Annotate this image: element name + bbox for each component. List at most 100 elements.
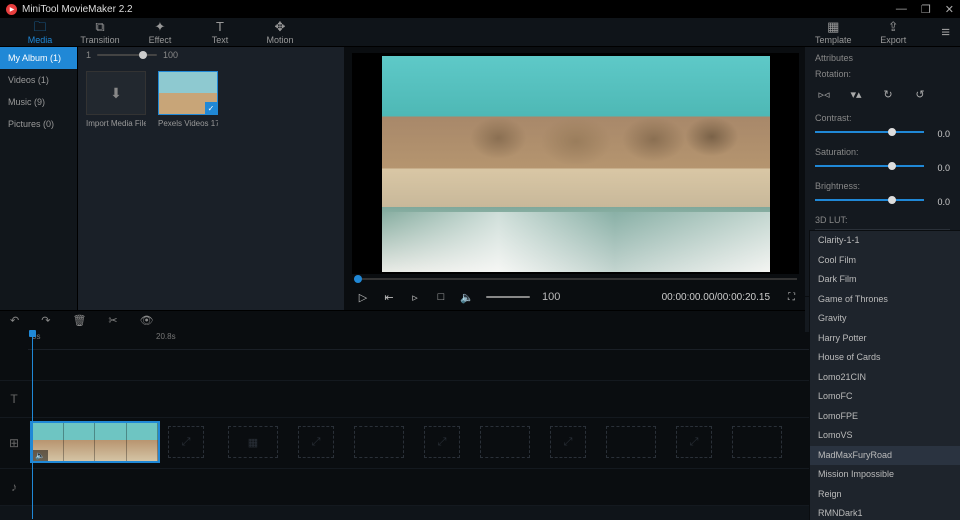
rotate-cw-button[interactable]: ↻ (879, 87, 897, 101)
seek-bar[interactable] (354, 278, 797, 280)
app-logo-icon (6, 4, 17, 15)
attributes-title: Attributes (815, 53, 950, 63)
contrast-slider[interactable] (815, 131, 924, 133)
sidebar-item-album[interactable]: My Album (1) (0, 47, 77, 69)
lut-option[interactable]: Cool Film (810, 251, 960, 271)
video-track-icon: ⊞ (0, 418, 28, 468)
volume-icon[interactable]: 🔈 (460, 291, 474, 304)
text-icon: T (216, 20, 224, 33)
lut-option[interactable]: House of Cards (810, 348, 960, 368)
saturation-value: 0.0 (930, 163, 950, 173)
rotate-ccw-button[interactable]: ↺ (911, 87, 929, 101)
lut-option[interactable]: Gravity (810, 309, 960, 329)
empty-slot[interactable]: ⤢ (168, 426, 204, 458)
brightness-value: 0.0 (930, 197, 950, 207)
tab-motion[interactable]: ✥ Motion (250, 20, 310, 45)
player-controls: ▷ ⇤ ▹ □ 🔈 100 00:00:00.00/00:00:20.15 ⛶ (352, 284, 799, 310)
thumb-zoom-max: 100 (163, 50, 178, 60)
minimize-button[interactable]: — (896, 3, 907, 16)
video-viewport[interactable] (352, 53, 799, 274)
lut-dropdown[interactable]: Clarity-1-1Cool FilmDark FilmGame of Thr… (809, 230, 960, 520)
tab-effect[interactable]: ✦ Effect (130, 20, 190, 45)
lut-option[interactable]: Reign (810, 485, 960, 505)
attributes-panel: Attributes Rotation: ▹◃ ▾▴ ↻ ↺ Contrast:… (805, 47, 960, 310)
export-icon: ⇪ (888, 20, 899, 33)
delete-button[interactable]: 🗑 (72, 314, 86, 327)
lut-option[interactable]: Game of Thrones (810, 290, 960, 310)
empty-slot[interactable]: ⤢ (550, 426, 586, 458)
maximize-button[interactable]: ❐ (921, 3, 931, 16)
playhead[interactable] (32, 330, 33, 519)
empty-slot[interactable] (480, 426, 530, 458)
brightness-slider[interactable] (815, 199, 924, 201)
clip-audio-icon: 🔈 (32, 450, 48, 461)
contrast-value: 0.0 (930, 129, 950, 139)
lut-option[interactable]: Mission Impossible (810, 465, 960, 485)
lut-option[interactable]: MadMaxFuryRoad (810, 446, 960, 466)
lut-label: 3D LUT: (815, 215, 950, 225)
main-toolbar: 🗀 Media ⧉ Transition ✦ Effect T Text ✥ M… (0, 18, 960, 47)
preview-panel: ▷ ⇤ ▹ □ 🔈 100 00:00:00.00/00:00:20.15 ⛶ (344, 47, 805, 310)
lut-option[interactable]: LomoFC (810, 387, 960, 407)
download-icon: ⬇ (110, 85, 122, 102)
folder-icon: 🗀 (33, 20, 46, 33)
empty-slot[interactable]: ⤢ (298, 426, 334, 458)
split-button[interactable]: ✂ (108, 314, 117, 327)
empty-slot[interactable]: ⤢ (676, 426, 712, 458)
lut-option[interactable]: Clarity-1-1 (810, 231, 960, 251)
lut-option[interactable]: RMNDark1 (810, 504, 960, 520)
brightness-label: Brightness: (815, 181, 950, 191)
tab-template[interactable]: ▦ Template (803, 20, 863, 45)
lut-option[interactable]: Lomo21CIN (810, 368, 960, 388)
flip-horizontal-button[interactable]: ▹◃ (815, 87, 833, 101)
menu-button[interactable]: ≡ (941, 24, 950, 41)
transition-icon: ⧉ (95, 20, 104, 33)
library-sidebar: My Album (1) Videos (1) Music (9) Pictur… (0, 47, 78, 310)
sidebar-item-pictures[interactable]: Pictures (0) (0, 113, 77, 135)
step-back-button[interactable]: ⇤ (382, 291, 396, 304)
check-icon: ✓ (205, 102, 217, 114)
lut-option[interactable]: Dark Film (810, 270, 960, 290)
app-title: MiniTool MovieMaker 2.2 (22, 4, 133, 15)
sidebar-item-videos[interactable]: Videos (1) (0, 69, 77, 91)
stop-button[interactable]: □ (434, 291, 448, 303)
flip-vertical-button[interactable]: ▾▴ (847, 87, 865, 101)
volume-slider[interactable] (486, 296, 530, 298)
preview-button[interactable]: 👁 (140, 314, 154, 327)
redo-button[interactable]: ↷ (41, 314, 50, 327)
undo-button[interactable]: ↶ (10, 314, 19, 327)
empty-slot[interactable]: ▦ (228, 426, 278, 458)
import-media-button[interactable]: ⬇ Import Media Files (86, 71, 146, 128)
play-button[interactable]: ▷ (356, 291, 370, 304)
thumb-zoom-min: 1 (86, 50, 91, 60)
saturation-slider[interactable] (815, 165, 924, 167)
sidebar-item-music[interactable]: Music (9) (0, 91, 77, 113)
ruler-tick: 20.8s (156, 332, 176, 341)
lut-option[interactable]: Harry Potter (810, 329, 960, 349)
contrast-label: Contrast: (815, 113, 950, 123)
close-button[interactable]: ✕ (945, 3, 954, 16)
thumb-zoom-slider[interactable] (97, 54, 157, 56)
empty-slot[interactable] (606, 426, 656, 458)
empty-slot[interactable] (732, 426, 782, 458)
saturation-label: Saturation: (815, 147, 950, 157)
tab-text[interactable]: T Text (190, 20, 250, 45)
media-clip-item[interactable]: ✓ Pexels Videos 1739010 (158, 71, 218, 128)
empty-slot[interactable] (354, 426, 404, 458)
lut-option[interactable]: LomoVS (810, 426, 960, 446)
tab-media[interactable]: 🗀 Media (10, 20, 70, 45)
media-panel: 1 100 ⬇ Import Media Files ✓ Pexels Vide… (78, 47, 344, 310)
step-forward-button[interactable]: ▹ (408, 291, 422, 304)
tab-transition[interactable]: ⧉ Transition (70, 20, 130, 45)
empty-slot[interactable]: ⤢ (424, 426, 460, 458)
template-icon: ▦ (827, 20, 839, 33)
tab-export[interactable]: ⇪ Export (863, 20, 923, 45)
fullscreen-button[interactable]: ⛶ (788, 292, 795, 303)
timeline-clip[interactable]: 🔈 (30, 421, 160, 463)
effect-icon: ✦ (155, 20, 166, 33)
video-frame (382, 56, 770, 272)
title-bar: MiniTool MovieMaker 2.2 — ❐ ✕ (0, 0, 960, 18)
timecode: 00:00:00.00/00:00:20.15 (662, 292, 770, 303)
lut-option[interactable]: LomoFPE (810, 407, 960, 427)
audio-track-icon: ♪ (0, 469, 28, 505)
